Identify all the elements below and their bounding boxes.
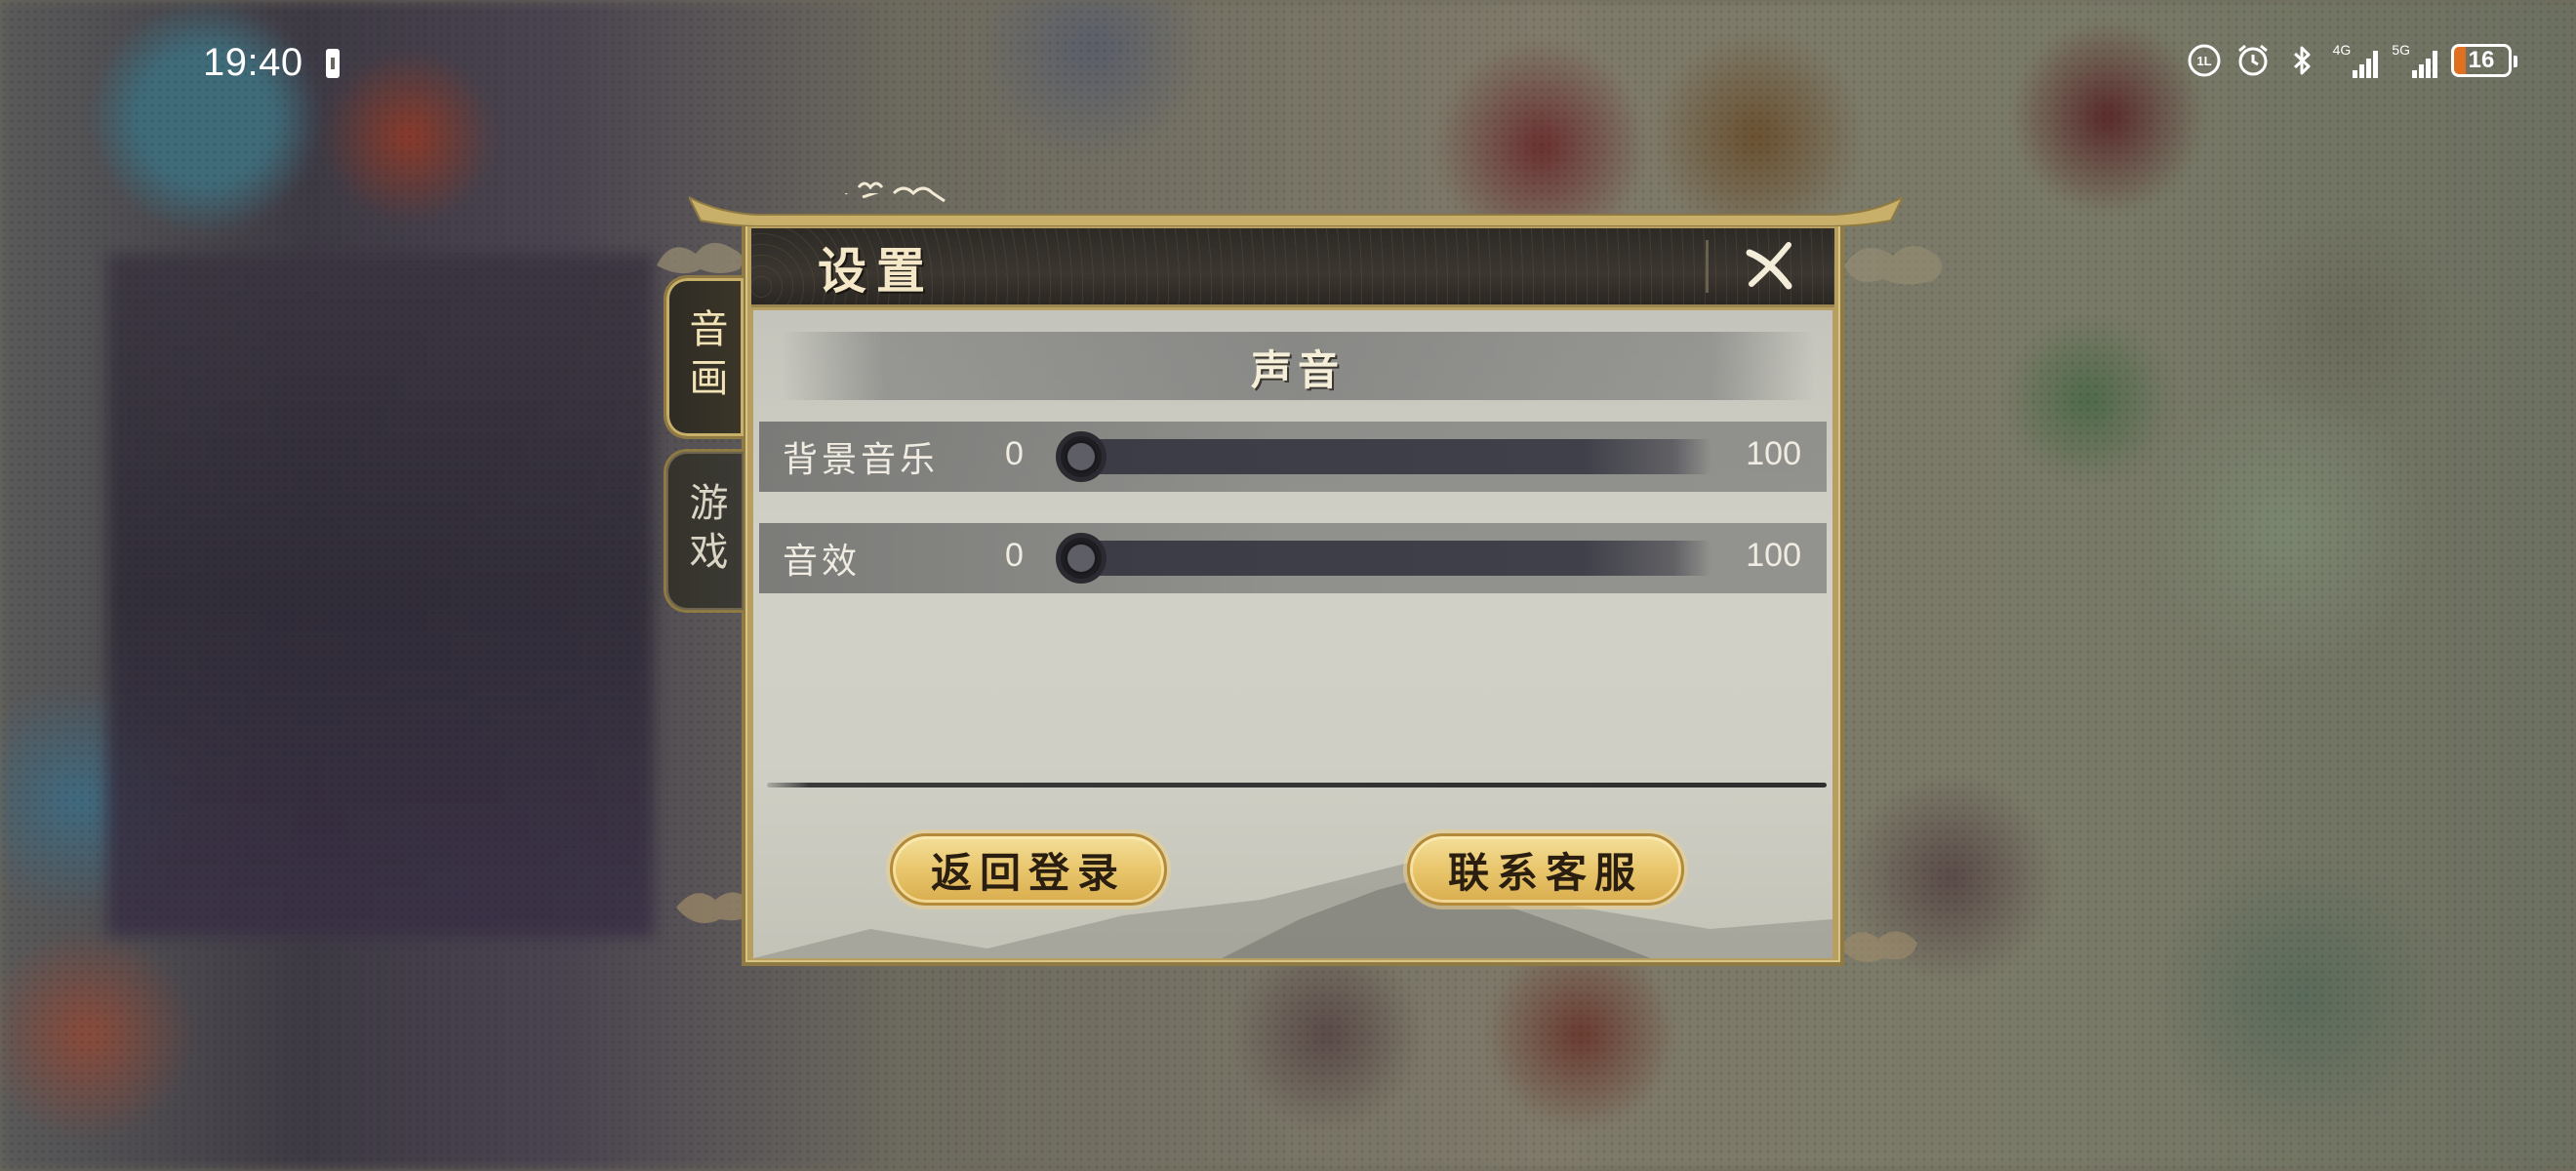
- network-4g-label: 4G: [2332, 42, 2352, 58]
- tab-audio-visual[interactable]: 音画: [664, 275, 744, 439]
- header-divider: [1706, 240, 1709, 293]
- svg-text:1L: 1L: [2196, 54, 2211, 68]
- game-screen: 19:40 1L 4G 5G 16 设置 声音 背景音乐 0 100 音效 0 …: [0, 0, 2576, 1171]
- background-music-max: 100: [1746, 435, 1801, 472]
- background-music-row: 背景音乐 0 100: [759, 422, 1827, 492]
- background-music-label: 背景音乐: [783, 440, 940, 480]
- data-usage-icon: 1L: [2188, 44, 2221, 77]
- background-music-min: 0: [1005, 435, 1024, 472]
- bluetooth-icon: [2293, 46, 2311, 75]
- tab-game-label: 游戏: [682, 482, 728, 580]
- close-icon: [1746, 242, 1792, 290]
- back-to-login-button[interactable]: 返回登录: [890, 833, 1167, 906]
- alarm-icon: [2237, 44, 2268, 76]
- battery-level: 16: [2468, 47, 2495, 73]
- contact-support-button[interactable]: 联系客服: [1407, 833, 1684, 906]
- status-bar: 19:40 1L 4G 5G 16: [0, 0, 2576, 127]
- cloud-ornament-icon: [1844, 246, 1943, 285]
- network-5g-label: 5G: [2392, 42, 2410, 58]
- sound-effects-min: 0: [1005, 537, 1024, 574]
- section-title-sound: 声音: [1250, 346, 1345, 394]
- sound-effects-slider[interactable]: [1056, 533, 1711, 584]
- signal-5g-icon: 5G: [2392, 43, 2437, 78]
- close-button[interactable]: [1735, 234, 1803, 299]
- signal-4g-icon: 4G: [2333, 43, 2379, 78]
- battery-icon: 16: [2451, 44, 2517, 77]
- background-music-slider-thumb[interactable]: [1056, 431, 1107, 482]
- dialog-title: 设置: [818, 242, 935, 300]
- sound-effects-row: 音效 0 100: [759, 523, 1827, 593]
- background-music-slider[interactable]: [1056, 431, 1711, 482]
- status-icons: 1L 4G 5G 16: [2187, 43, 2517, 78]
- status-time: 19:40: [203, 41, 303, 84]
- battery-saver-icon: [326, 49, 340, 78]
- tab-audio-visual-label: 音画: [682, 308, 728, 406]
- brush-stroke-divider: [767, 783, 1827, 787]
- sound-effects-slider-thumb[interactable]: [1056, 533, 1107, 584]
- sound-effects-max: 100: [1746, 537, 1801, 574]
- birds-ornament-icon: [857, 182, 946, 203]
- sound-effects-label: 音效: [783, 542, 862, 582]
- tab-game[interactable]: 游戏: [664, 449, 744, 613]
- cloud-ornament-icon: [1839, 931, 1917, 962]
